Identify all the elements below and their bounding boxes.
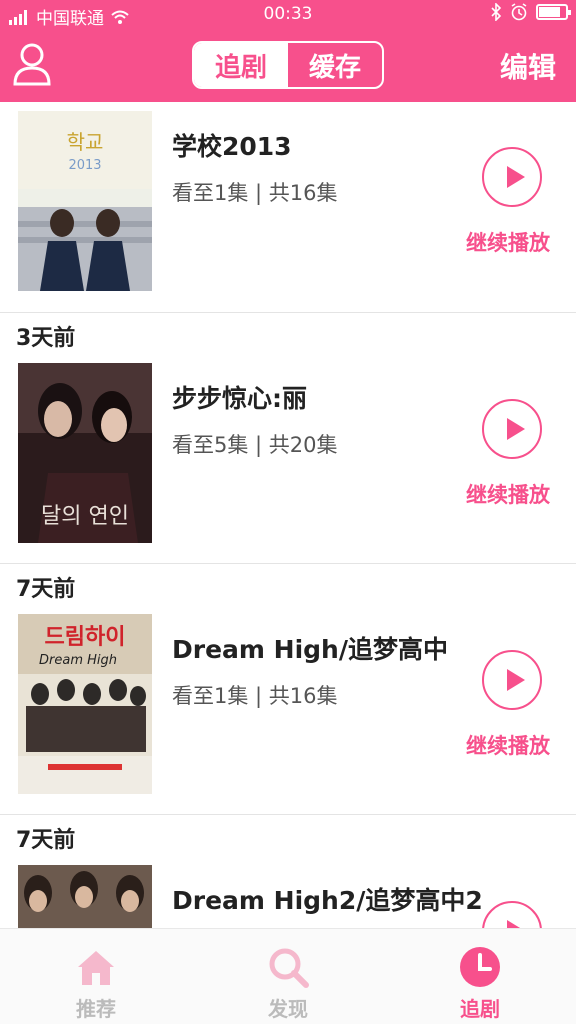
divider <box>0 312 576 313</box>
svg-text:2013: 2013 <box>68 158 101 173</box>
show-title: 学校2013 <box>172 132 292 161</box>
tab-cache[interactable]: 缓存 <box>288 43 382 87</box>
time-ago-label: 7天前 <box>16 828 76 853</box>
edit-button[interactable]: 编辑 <box>500 46 556 86</box>
divider <box>0 814 576 815</box>
moon-lovers-poster-icon: 달의 연인 <box>18 363 152 543</box>
continue-play-link[interactable]: 继续播放 <box>466 227 550 257</box>
clock-time: 00:33 <box>263 4 313 24</box>
school-2013-poster-icon: 학교 2013 <box>18 111 152 291</box>
time-ago-label: 7天前 <box>16 577 76 602</box>
show-poster: 학교 2013 <box>18 111 152 291</box>
nav-bar: 追剧 缓存 编辑 <box>0 30 576 102</box>
tab-recommend[interactable]: 推荐 <box>0 929 192 1024</box>
svg-text:달의 연인: 달의 연인 <box>41 504 129 529</box>
tab-label: 推荐 <box>76 997 116 1021</box>
show-poster: 달의 연인 <box>18 363 152 543</box>
list-item[interactable]: 드림하이 Dream High Dream High/追梦高中 看至1集 | 共… <box>0 614 576 794</box>
play-button[interactable] <box>482 399 542 459</box>
list-item[interactable]: 학교 2013 学校2013 看至1集 | 共16集 继续播放 <box>0 111 576 291</box>
show-poster: 드림하이 Dream High <box>18 614 152 794</box>
divider <box>0 563 576 564</box>
battery-icon <box>536 4 571 20</box>
search-icon <box>269 948 309 988</box>
play-button[interactable] <box>482 650 542 710</box>
alarm-icon <box>511 3 527 21</box>
tab-label: 发现 <box>268 997 308 1021</box>
continue-play-link[interactable]: 继续播放 <box>466 479 550 509</box>
clock-icon <box>460 947 500 987</box>
show-list: 학교 2013 学校2013 看至1集 | 共16集 继续播放 3天前 달의 연… <box>0 102 576 928</box>
svg-text:학교: 학교 <box>67 130 104 154</box>
tab-follow-shows[interactable]: 追剧 <box>384 929 576 1024</box>
tab-bar: 推荐 发现 追剧 <box>0 928 576 1024</box>
time-ago-label: 3天前 <box>16 326 76 351</box>
svg-text:드림하이: 드림하이 <box>45 625 126 650</box>
list-item[interactable]: 달의 연인 步步惊心:丽 看至5集 | 共20集 继续播放 <box>0 363 576 543</box>
list-item[interactable]: Dream High2/追梦高中2 <box>0 865 576 928</box>
show-progress: 看至5集 | 共20集 <box>172 433 338 457</box>
tab-discover[interactable]: 发现 <box>192 929 384 1024</box>
show-poster <box>18 865 152 928</box>
play-button[interactable] <box>482 147 542 207</box>
continue-play-link[interactable]: 继续播放 <box>466 730 550 760</box>
dream-high-2-poster-icon <box>18 865 152 928</box>
show-progress: 看至1集 | 共16集 <box>172 684 338 708</box>
show-title: Dream High2/追梦高中2 <box>172 886 483 915</box>
show-title: Dream High/追梦高中 <box>172 635 448 664</box>
tab-label: 追剧 <box>460 997 500 1021</box>
show-title: 步步惊心:丽 <box>172 384 307 413</box>
bluetooth-icon <box>491 3 502 21</box>
segment-control: 追剧 缓存 <box>192 41 384 89</box>
svg-text:Dream High: Dream High <box>39 653 117 668</box>
user-icon[interactable] <box>12 42 52 86</box>
show-progress: 看至1集 | 共16集 <box>172 181 338 205</box>
home-icon <box>78 951 114 985</box>
tab-follow[interactable]: 追剧 <box>194 43 288 87</box>
status-bar: 中国联通 00:33 <box>0 0 576 30</box>
play-button[interactable] <box>482 901 542 928</box>
dream-high-poster-icon: 드림하이 Dream High <box>18 614 152 794</box>
